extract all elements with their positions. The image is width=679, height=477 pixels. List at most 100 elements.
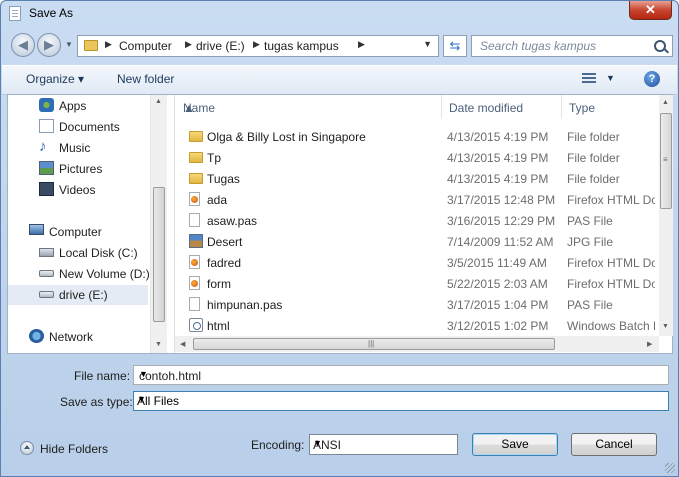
cancel-button[interactable]: Cancel <box>571 433 657 456</box>
navigation-scrollbar[interactable]: ▲ ▼ <box>150 95 167 353</box>
table-row[interactable]: Desert 7/14/2009 11:52 AM JPG File <box>175 231 654 252</box>
view-options-icon[interactable] <box>582 71 596 83</box>
file-date: 3/17/2015 1:04 PM <box>447 298 549 312</box>
file-name: Olga & Billy Lost in Singapore <box>207 130 366 144</box>
forward-button[interactable]: ▶ <box>37 33 61 57</box>
table-row[interactable]: ada 3/17/2015 12:48 PM Firefox HTML Docu… <box>175 189 655 210</box>
breadcrumb-separator-icon[interactable]: ▶ <box>253 39 260 50</box>
sidebar-item-network[interactable]: Network <box>8 327 148 347</box>
table-row[interactable]: Olga & Billy Lost in Singapore 4/13/2015… <box>175 126 654 147</box>
resize-grip-icon[interactable] <box>665 463 675 473</box>
save-as-type-select[interactable]: All Files ▼ <box>133 391 669 411</box>
sidebar-item-label: Computer <box>49 225 102 239</box>
file-type: File folder <box>567 151 620 165</box>
scroll-thumb[interactable] <box>153 187 165 322</box>
sidebar-item-apps[interactable]: Apps <box>8 96 148 116</box>
scroll-right-icon[interactable]: ▶ <box>647 340 652 348</box>
sidebar-item-documents[interactable]: Documents <box>8 117 148 137</box>
firefox-html-icon <box>189 192 200 206</box>
back-button[interactable]: ◀ <box>11 33 35 57</box>
file-list-vertical-scrollbar[interactable]: ▲ ≡ ▼ <box>659 95 673 336</box>
refresh-icon[interactable]: ⇆ <box>443 35 467 57</box>
table-row[interactable]: form 5/22/2015 2:03 AM Firefox HTML Docu… <box>175 273 655 294</box>
browser-pane: Apps Documents ♪ Music Pictures Videos C… <box>7 94 673 354</box>
search-icon[interactable] <box>654 40 666 52</box>
file-date: 3/16/2015 12:29 PM <box>447 214 556 228</box>
hide-folders-icon[interactable] <box>20 441 34 455</box>
file-name: Tugas <box>207 172 240 186</box>
search-placeholder: Search tugas kampus <box>480 39 597 53</box>
table-row[interactable]: Tp 4/13/2015 4:19 PM File folder <box>175 147 654 168</box>
search-input[interactable]: Search tugas kampus <box>471 35 673 57</box>
scroll-left-icon[interactable]: ◀ <box>180 340 185 348</box>
sidebar-item-label: Videos <box>59 183 96 197</box>
chevron-down-icon[interactable]: ▼ <box>313 438 453 448</box>
table-row[interactable]: fadred 3/5/2015 11:49 AM Firefox HTML Do… <box>175 252 655 273</box>
save-button[interactable]: Save <box>472 433 558 456</box>
file-name: Tp <box>207 151 222 165</box>
sidebar-item-pictures[interactable]: Pictures <box>8 159 148 179</box>
hide-folders-button[interactable]: Hide Folders <box>40 442 108 456</box>
window-title: Save As <box>29 6 74 20</box>
file-type: Firefox HTML Document <box>567 193 655 207</box>
file-date: 4/13/2015 4:19 PM <box>447 151 549 165</box>
new-folder-button[interactable]: New folder <box>117 72 174 86</box>
file-name: ada <box>207 193 228 207</box>
breadcrumb-computer[interactable]: Computer <box>119 39 172 53</box>
recent-pages-icon[interactable]: ▼ <box>65 40 73 49</box>
breadcrumb-separator-icon[interactable]: ▶ <box>185 39 192 50</box>
file-type: File folder <box>567 130 620 144</box>
sidebar-item-drive-e[interactable]: drive (E:) <box>8 285 148 305</box>
folder-icon <box>189 131 203 142</box>
disk-icon <box>39 248 54 257</box>
encoding-select[interactable]: ANSI ▼ <box>309 434 458 455</box>
sidebar-item-local-disk-c[interactable]: Local Disk (C:) <box>8 243 148 263</box>
help-button[interactable]: ? <box>644 71 660 87</box>
breadcrumb-separator-icon[interactable]: ▶ <box>358 39 365 50</box>
close-button[interactable]: ✕ <box>629 1 672 20</box>
file-date: 5/22/2015 2:03 AM <box>447 277 548 291</box>
computer-icon <box>29 224 44 235</box>
file-date: 4/13/2015 4:19 PM <box>447 172 549 186</box>
sidebar-item-videos[interactable]: Videos <box>8 180 148 200</box>
file-type: PAS File <box>567 214 613 228</box>
table-row[interactable]: html 3/12/2015 1:02 PM Windows Batch Fil… <box>175 315 655 336</box>
title-bar: Save As ✕ <box>1 1 678 27</box>
chevron-down-icon[interactable]: ▼ <box>139 369 664 379</box>
organize-button[interactable]: Organize ▾ <box>26 72 84 86</box>
folder-icon <box>189 173 203 184</box>
scroll-up-icon[interactable]: ▲ <box>155 98 162 105</box>
drive-icon <box>39 270 54 277</box>
breadcrumb-drive-e[interactable]: drive (E:) <box>196 39 245 53</box>
scroll-down-icon[interactable]: ▼ <box>662 323 669 330</box>
scroll-up-icon[interactable]: ▲ <box>662 99 669 106</box>
breadcrumb-tugas-kampus[interactable]: tugas kampus <box>264 39 339 53</box>
file-date: 3/5/2015 11:49 AM <box>447 256 547 270</box>
scroll-grip-icon: ≡ <box>663 155 668 164</box>
firefox-html-icon <box>189 255 200 269</box>
sidebar-item-new-volume-d[interactable]: New Volume (D:) <box>8 264 150 284</box>
file-type: JPG File <box>567 235 614 249</box>
view-dropdown-icon[interactable]: ▼ <box>606 73 615 83</box>
table-row[interactable]: asaw.pas 3/16/2015 12:29 PM PAS File <box>175 210 654 231</box>
address-dropdown-icon[interactable]: ▼ <box>423 39 432 49</box>
table-row[interactable]: Tugas 4/13/2015 4:19 PM File folder <box>175 168 654 189</box>
file-date: 7/14/2009 11:52 AM <box>447 235 554 249</box>
notepad-icon <box>9 6 21 21</box>
file-name-input[interactable]: contoh.html ▼ <box>133 365 669 385</box>
sidebar-item-computer[interactable]: Computer <box>8 222 148 242</box>
folder-icon <box>84 40 98 51</box>
column-header-name[interactable]: Name ▲ <box>175 95 442 119</box>
chevron-down-icon[interactable]: ▼ <box>137 394 664 404</box>
sidebar-item-music[interactable]: ♪ Music <box>8 138 148 158</box>
table-row[interactable]: himpunan.pas 3/17/2015 1:04 PM PAS File <box>175 294 654 315</box>
breadcrumb-separator-icon[interactable]: ▶ <box>105 39 112 50</box>
scroll-grip-icon: ||| <box>368 339 375 348</box>
column-header-date[interactable]: Date modified <box>441 95 562 119</box>
address-bar[interactable]: ▶ Computer ▶ drive (E:) ▶ tugas kampus ▶… <box>77 35 439 57</box>
file-name: fadred <box>207 256 242 270</box>
column-header-type[interactable]: Type <box>561 95 659 119</box>
scroll-down-icon[interactable]: ▼ <box>155 341 162 348</box>
file-list-horizontal-scrollbar[interactable]: ◀ ||| ▶ <box>175 336 659 352</box>
column-header-label: Date modified <box>449 101 524 115</box>
